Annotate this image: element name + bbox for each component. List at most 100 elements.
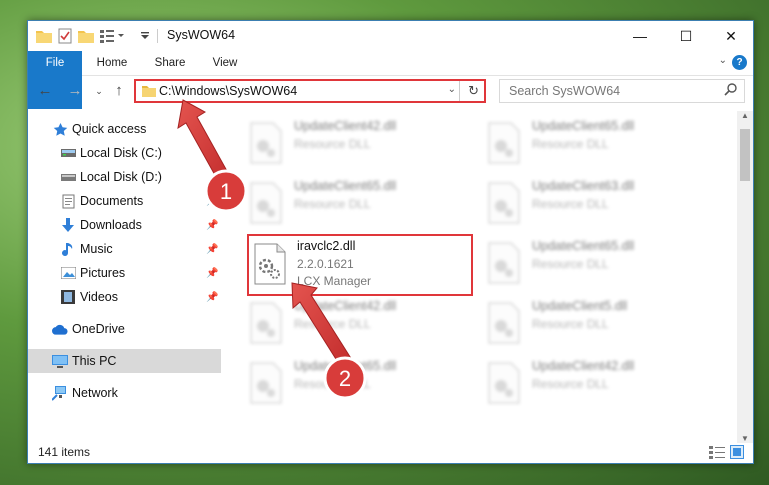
scrollbar-thumb[interactable] — [740, 129, 750, 181]
sidebar-item-local-disk-d[interactable]: Local Disk (D:) — [28, 165, 221, 189]
large-icons-view-icon[interactable] — [730, 445, 746, 459]
properties-icon[interactable] — [58, 27, 72, 45]
up-arrow-icon[interactable]: ↑ — [110, 82, 128, 100]
sidebar-item-label: Quick access — [72, 122, 147, 136]
item-count: 141 items — [38, 445, 91, 459]
sidebar-item-pictures[interactable]: Pictures 📌 — [28, 261, 221, 285]
list-item[interactable]: UpdateClient42.dll Resource DLL — [485, 355, 715, 413]
list-item[interactable]: UpdateClient42.dll Resource DLL — [247, 295, 477, 353]
file-name: UpdateClient42.dll — [294, 299, 397, 313]
file-version: 2.2.0.1621 — [297, 257, 354, 271]
drive-icon — [60, 169, 76, 185]
address-bar[interactable]: C:\Windows\SysWOW64 ⌄ ↻ — [134, 79, 486, 103]
navigation-pane: Quick access Local Disk (C:) Local Disk … — [28, 111, 221, 443]
drive-icon — [60, 145, 76, 161]
sidebar-item-onedrive[interactable]: OneDrive — [28, 317, 221, 341]
quick-access-dropdown-icon[interactable] — [140, 27, 150, 45]
address-path[interactable]: C:\Windows\SysWOW64 — [159, 84, 297, 98]
sidebar-item-this-pc[interactable]: This PC — [28, 349, 221, 373]
cloud-icon — [52, 321, 68, 337]
sidebar-item-videos[interactable]: Videos 📌 — [28, 285, 221, 309]
sidebar-item-label: This PC — [72, 354, 117, 368]
file-company: LCX Manager — [297, 274, 372, 288]
dll-file-icon — [488, 302, 520, 344]
list-item[interactable]: UpdateClient42.dll Resource DLL — [247, 115, 477, 173]
sidebar-item-label: Music — [80, 242, 113, 256]
address-separator — [459, 81, 460, 101]
file-description: Resource DLL — [532, 137, 609, 151]
title-separator — [157, 29, 158, 43]
file-description: Resource DLL — [294, 137, 371, 151]
sidebar-item-label: Pictures — [80, 266, 126, 280]
recent-locations-icon[interactable]: ⌄ — [90, 82, 108, 100]
file-name: UpdateClient42.dll — [294, 119, 397, 133]
scroll-up-icon[interactable]: ▲ — [737, 111, 753, 120]
file-name: UpdateClient65.dll — [532, 119, 635, 133]
file-description: Resource DLL — [532, 317, 609, 331]
sidebar-item-music[interactable]: Music 📌 — [28, 237, 221, 261]
vertical-scrollbar[interactable]: ▲ ▼ — [737, 111, 753, 443]
back-arrow-icon[interactable]: ← — [36, 82, 54, 100]
tab-view[interactable]: View — [202, 51, 248, 75]
sidebar-item-downloads[interactable]: Downloads 📌 — [28, 213, 221, 237]
search-input[interactable]: Search SysWOW64 — [499, 79, 745, 103]
sidebar-item-quick-access[interactable]: Quick access — [28, 117, 221, 141]
chevron-down-icon[interactable]: ⌄ — [719, 55, 727, 66]
help-icon[interactable]: ? — [732, 55, 747, 70]
dll-file-icon — [488, 242, 520, 284]
forward-arrow-icon[interactable]: → — [66, 82, 84, 100]
close-button[interactable]: ✕ — [708, 21, 754, 51]
list-item[interactable]: UpdateClient65.dll Resource DLL — [485, 115, 715, 173]
title-bar: SysWOW64 — ☐ ✕ — [28, 21, 753, 51]
pin-icon[interactable]: 📌 — [206, 268, 218, 279]
dll-file-icon — [250, 122, 282, 164]
list-item[interactable]: UpdateClient63.dll Resource DLL — [485, 175, 715, 233]
pin-icon[interactable]: 📌 — [206, 220, 218, 231]
list-item[interactable]: UpdateClient65.dll Resource DLL — [485, 235, 715, 293]
dll-file-icon — [254, 243, 286, 285]
search-placeholder: Search SysWOW64 — [509, 84, 621, 98]
pin-icon[interactable]: 📌 — [206, 196, 218, 207]
dll-file-icon — [250, 362, 282, 404]
file-name: UpdateClient65.dll — [532, 239, 635, 253]
folder-icon — [142, 85, 156, 100]
file-name: UpdateClient5.dll — [532, 299, 628, 313]
file-name: UpdateClient65.dll — [294, 179, 397, 193]
sidebar-item-label: Downloads — [80, 218, 142, 232]
file-list: UpdateClient42.dll Resource DLL UpdateCl… — [227, 111, 737, 443]
new-folder-icon[interactable] — [78, 27, 94, 45]
tab-share[interactable]: Share — [146, 51, 194, 75]
file-name: iravclc2.dll — [297, 239, 356, 253]
list-item[interactable]: UpdateClient5.dll Resource DLL — [485, 295, 715, 353]
sidebar-item-label: Local Disk (C:) — [80, 146, 162, 160]
file-description: Resource DLL — [294, 377, 371, 391]
details-view-icon[interactable] — [709, 445, 725, 459]
dll-file-icon — [250, 302, 282, 344]
computer-icon — [52, 353, 68, 369]
file-description: Resource DLL — [294, 317, 371, 331]
list-item[interactable]: UpdateClient65.dll Resource DLL — [247, 175, 477, 233]
customize-toolbar-icon[interactable] — [100, 27, 126, 45]
tab-home[interactable]: Home — [88, 51, 136, 75]
documents-icon — [60, 193, 76, 209]
scroll-down-icon[interactable]: ▼ — [737, 434, 753, 443]
maximize-button[interactable]: ☐ — [663, 21, 709, 51]
refresh-icon[interactable]: ↻ — [468, 83, 479, 99]
ribbon-tabs: File Home Share View ⌄ ? — [28, 51, 753, 109]
list-item[interactable]: UpdateClient65.dll Resource DLL — [247, 355, 477, 413]
pin-icon[interactable]: 📌 — [206, 292, 218, 303]
sidebar-item-network[interactable]: Network — [28, 381, 221, 405]
file-name: UpdateClient63.dll — [532, 179, 635, 193]
minimize-button[interactable]: — — [617, 21, 663, 51]
address-dropdown-icon[interactable]: ⌄ — [448, 84, 456, 95]
search-icon[interactable] — [724, 82, 738, 99]
pin-icon[interactable]: 📌 — [206, 244, 218, 255]
sidebar-item-local-disk-c[interactable]: Local Disk (C:) — [28, 141, 221, 165]
folder-icon — [36, 27, 52, 45]
highlighted-file-item[interactable]: iravclc2.dll 2.2.0.1621 LCX Manager — [247, 234, 473, 296]
sidebar-item-label: Documents — [80, 194, 144, 208]
sidebar-item-label: Videos — [80, 290, 118, 304]
sidebar-item-documents[interactable]: Documents 📌 — [28, 189, 221, 213]
address-row: ← → ⌄ ↑ C:\Windows\SysWOW64 ⌄ ↻ Search S… — [28, 76, 753, 108]
sidebar-item-label: OneDrive — [72, 322, 125, 336]
